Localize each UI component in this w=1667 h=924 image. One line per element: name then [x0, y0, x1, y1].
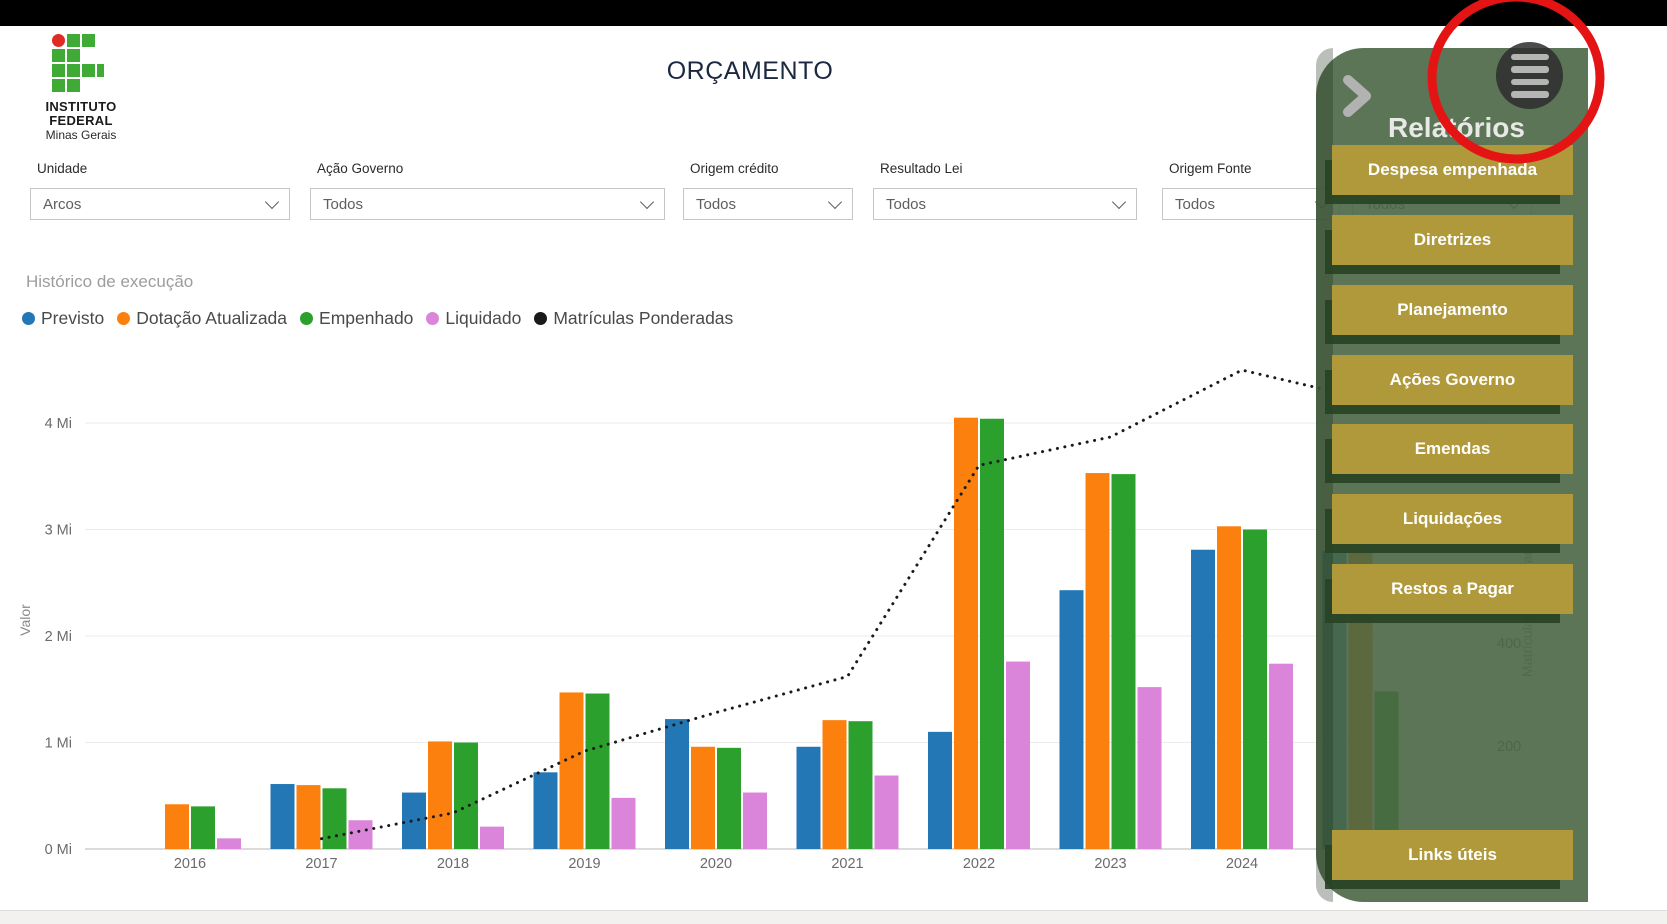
- origem-credito-dropdown[interactable]: Todos: [683, 188, 853, 220]
- filter-origem-fonte: Origem Fonte Todos: [1162, 161, 1340, 220]
- filter-label: Ação Governo: [317, 161, 665, 176]
- dropdown-value: Todos: [1175, 196, 1215, 213]
- filter-label: Origem Fonte: [1169, 161, 1340, 176]
- logo-text-line1: INSTITUTO: [26, 100, 136, 114]
- svg-text:1 Mi: 1 Mi: [45, 736, 72, 752]
- chevron-down-icon: [640, 194, 654, 208]
- chevron-down-icon: [828, 194, 842, 208]
- panel-left-edge: [1316, 48, 1333, 902]
- origem-fonte-dropdown[interactable]: Todos: [1162, 188, 1340, 220]
- panel-button-emendas[interactable]: Emendas: [1332, 424, 1573, 474]
- svg-text:2018: 2018: [437, 856, 469, 872]
- hamburger-icon: [1511, 54, 1549, 61]
- panel-button-links-uteis[interactable]: Links úteis: [1332, 830, 1573, 880]
- dropdown-value: Arcos: [43, 196, 81, 213]
- svg-text:2020: 2020: [700, 856, 732, 872]
- logo-mark-icon: [52, 34, 110, 92]
- svg-text:2 Mi: 2 Mi: [45, 629, 72, 645]
- svg-text:Valor: Valor: [17, 604, 33, 636]
- panel-title: Relatórios: [1388, 112, 1525, 144]
- svg-text:4 Mi: 4 Mi: [45, 416, 72, 432]
- dropdown-value: Todos: [886, 196, 926, 213]
- bottom-scroll-strip[interactable]: [0, 910, 1667, 924]
- filter-origem-credito: Origem crédito Todos: [683, 161, 853, 220]
- svg-text:2021: 2021: [831, 856, 863, 872]
- filter-label: Resultado Lei: [880, 161, 1137, 176]
- dropdown-value: Todos: [696, 196, 736, 213]
- dropdown-value: Todos: [323, 196, 363, 213]
- top-black-bar: [0, 0, 1667, 26]
- matriculas-dotted-line: [322, 370, 1374, 839]
- filter-resultado-lei: Resultado Lei Todos: [873, 161, 1137, 220]
- filter-label: Unidade: [37, 161, 290, 176]
- svg-text:2024: 2024: [1226, 856, 1258, 872]
- chevron-right-icon[interactable]: [1340, 74, 1374, 118]
- svg-text:2022: 2022: [963, 856, 995, 872]
- chart-axes: 0 Mi1 Mi2 Mi3 Mi4 MiValor200400Matrícula…: [17, 416, 1535, 872]
- instituto-federal-logo: INSTITUTO FEDERAL Minas Gerais: [26, 34, 136, 143]
- chevron-down-icon: [1112, 194, 1126, 208]
- panel-button-liquidacoes[interactable]: Liquidações: [1332, 494, 1573, 544]
- panel-button-planejamento[interactable]: Planejamento: [1332, 285, 1573, 335]
- svg-text:2019: 2019: [568, 856, 600, 872]
- chart-bars: [165, 418, 1425, 849]
- acao-governo-dropdown[interactable]: Todos: [310, 188, 665, 220]
- relatorios-panel: Relatórios Despesa empenhada Diretrizes Pl…: [1316, 48, 1588, 902]
- svg-text:0 Mi: 0 Mi: [45, 842, 72, 858]
- svg-text:3 Mi: 3 Mi: [45, 523, 72, 539]
- svg-text:2023: 2023: [1094, 856, 1126, 872]
- dashboard-page: INSTITUTO FEDERAL Minas Gerais ORÇAMENTO…: [0, 0, 1667, 924]
- page-title: ORÇAMENTO: [560, 57, 940, 86]
- svg-text:2017: 2017: [305, 856, 337, 872]
- panel-button-restos-a-pagar[interactable]: Restos a Pagar: [1332, 564, 1573, 614]
- filter-label: Origem crédito: [690, 161, 853, 176]
- logo-text-line2: FEDERAL: [26, 114, 136, 128]
- logo-text-line3: Minas Gerais: [26, 128, 136, 143]
- filter-unidade: Unidade Arcos: [30, 161, 290, 220]
- resultado-lei-dropdown[interactable]: Todos: [873, 188, 1137, 220]
- unidade-dropdown[interactable]: Arcos: [30, 188, 290, 220]
- panel-button-diretrizes[interactable]: Diretrizes: [1332, 215, 1573, 265]
- chevron-down-icon: [265, 194, 279, 208]
- svg-text:2016: 2016: [174, 856, 206, 872]
- hamburger-menu-button[interactable]: [1496, 42, 1563, 109]
- filter-acao-governo: Ação Governo Todos: [310, 161, 665, 220]
- panel-button-despesa-empenhada[interactable]: Despesa empenhada: [1332, 145, 1573, 195]
- panel-button-acoes-governo[interactable]: Ações Governo: [1332, 355, 1573, 405]
